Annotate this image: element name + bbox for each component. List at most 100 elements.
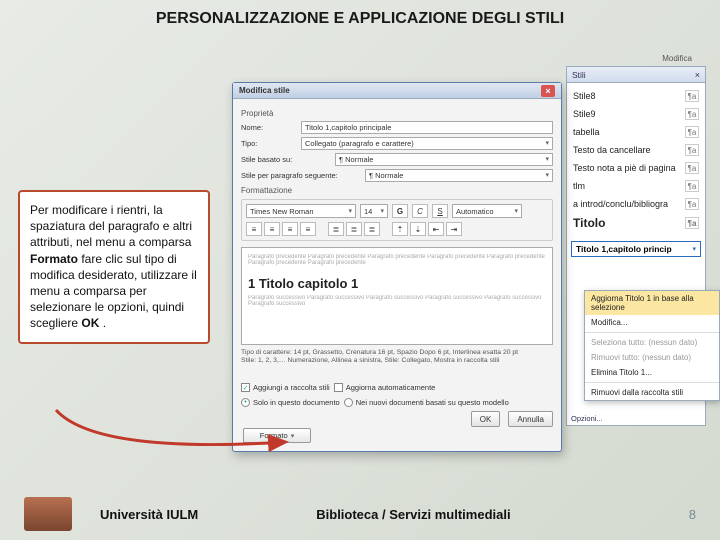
chevron-down-icon: ▾ xyxy=(545,170,549,182)
desc-line2: Stile: 1, 2, 3,… Numerazione, Allinea a … xyxy=(241,357,553,365)
style-item[interactable]: a introd/conclu/bibliogra ¶a xyxy=(567,195,705,213)
style-item-titolo[interactable]: Titolo ¶a xyxy=(567,213,705,233)
ok-button[interactable]: OK xyxy=(471,411,501,427)
menu-update-from-selection[interactable]: Aggiorna Titolo 1 in base alla selezione xyxy=(585,291,719,315)
style-context-menu: Aggiorna Titolo 1 in base alla selezione… xyxy=(584,290,720,401)
bold-button[interactable]: G xyxy=(392,204,408,218)
radio-new-docs[interactable]: Nei nuovi documenti basati su questo mod… xyxy=(344,398,509,407)
menu-select-all[interactable]: Seleziona tutto: (nessun dato) xyxy=(585,335,719,350)
style-item-label: Titolo xyxy=(573,216,605,230)
chevron-down-icon: ▾ xyxy=(348,207,352,215)
callout-bold-formato: Formato xyxy=(30,252,78,266)
desc-line1: Tipo di carattere: 14 pt, Grassetto, Cre… xyxy=(241,349,553,357)
linespacing-2-button[interactable]: ≣ xyxy=(364,222,380,236)
style-description: Tipo di carattere: 14 pt, Grassetto, Cre… xyxy=(241,349,553,377)
color-select[interactable]: Automatico▾ xyxy=(452,204,522,218)
ok-label: OK xyxy=(480,415,492,424)
italic-button[interactable]: C xyxy=(412,204,428,218)
style-item[interactable]: tabella¶a xyxy=(567,123,705,141)
style-item-label: Stile9 xyxy=(573,109,596,119)
bold-label: G xyxy=(397,207,403,216)
style-item-label: Stile8 xyxy=(573,91,596,101)
radio-icon xyxy=(344,398,353,407)
section-formatting: Formattazione xyxy=(241,186,553,195)
select-type[interactable]: Collegato (paragrafo e carattere)▾ xyxy=(301,137,553,150)
close-icon[interactable]: × xyxy=(541,85,555,97)
format-dropdown-button[interactable]: Formato ▾ xyxy=(243,428,311,443)
chevron-down-icon: ▾ xyxy=(514,207,518,215)
align-center-button[interactable]: ≡ xyxy=(264,222,280,236)
indent-inc-button[interactable]: ⇥ xyxy=(446,222,462,236)
footer-left: Università IULM xyxy=(100,507,198,522)
cancel-button[interactable]: Annulla xyxy=(508,411,553,427)
dialog-titlebar: Modifica stile × xyxy=(233,83,561,99)
radio-this-doc[interactable]: •Solo in questo documento xyxy=(241,398,340,407)
paragraph-icon: ¶a xyxy=(685,198,699,210)
linespacing-1-button[interactable]: ≣ xyxy=(328,222,344,236)
style-item[interactable]: Testo nota a piè di pagina¶a xyxy=(567,159,705,177)
field-name[interactable]: Titolo 1,capitolo principale xyxy=(301,121,553,134)
menu-remove-from-gallery[interactable]: Rimuovi dalla raccolta stili xyxy=(585,385,719,400)
italic-label: C xyxy=(417,207,423,216)
style-item-label: a introd/conclu/bibliogra xyxy=(573,199,668,209)
slide-title: PERSONALIZZAZIONE E APPLICAZIONE DEGLI S… xyxy=(0,0,720,34)
paragraph-icon: ¶a xyxy=(685,144,699,156)
footer-right: Biblioteca / Servizi multimediali xyxy=(316,507,510,522)
slide-footer: Università IULM Biblioteca / Servizi mul… xyxy=(0,488,720,540)
font-name-select[interactable]: Times New Roman ▾ xyxy=(246,204,356,218)
paragraph-icon: ¶a xyxy=(685,180,699,192)
styles-list: Stile8¶a Stile9¶a tabella¶a Testo da can… xyxy=(567,83,705,237)
indent-dec-button[interactable]: ⇤ xyxy=(428,222,444,236)
paragraph-icon: ¶a xyxy=(685,126,699,138)
styles-options-link[interactable]: Opzioni... xyxy=(571,414,603,423)
style-item[interactable]: tlm ¶a xyxy=(567,177,705,195)
checkbox-autoupdate[interactable]: Aggiorna automaticamente xyxy=(334,383,436,392)
callout-text: Per modificare i rientri, la spaziatura … xyxy=(30,203,192,249)
style-item[interactable]: Stile8 ¶a xyxy=(567,87,705,105)
close-icon[interactable]: × xyxy=(695,70,700,80)
preview-after: Paragrafo successivo Paragrafo successiv… xyxy=(248,295,546,335)
space-before-dec-button[interactable]: ⇣ xyxy=(410,222,426,236)
underline-label: S xyxy=(437,207,442,216)
align-left-button[interactable]: ≡ xyxy=(246,222,262,236)
select-next[interactable]: ¶ Normale ▾ xyxy=(365,169,553,182)
font-size-value: 14 xyxy=(364,207,372,216)
style-item[interactable]: Testo da cancellare¶a xyxy=(567,141,705,159)
checkbox-icon xyxy=(334,383,343,392)
menu-delete[interactable]: Elimina Titolo 1... xyxy=(585,365,719,380)
chevron-down-icon: ▾ xyxy=(380,207,384,215)
styles-pane-header: Stili × xyxy=(567,67,705,83)
instruction-callout: Per modificare i rientri, la spaziatura … xyxy=(18,190,210,344)
select-next-value: ¶ Normale xyxy=(369,170,403,182)
menu-modify[interactable]: Modifica... xyxy=(585,315,719,330)
radio-new-label: Nei nuovi documenti basati su questo mod… xyxy=(356,398,509,407)
label-name: Nome: xyxy=(241,123,297,132)
ribbon-hint: Modifica xyxy=(662,54,692,63)
section-properties: Proprietà xyxy=(241,109,553,118)
align-right-button[interactable]: ≡ xyxy=(282,222,298,236)
menu-remove-all[interactable]: Rimuovi tutto: (nessun dato) xyxy=(585,350,719,365)
label-based: Stile basato su: xyxy=(241,155,331,164)
select-based-value: ¶ Normale xyxy=(339,154,373,166)
underline-button[interactable]: S xyxy=(432,204,448,218)
checkbox-icon: ✓ xyxy=(241,383,250,392)
checkbox-gallery[interactable]: ✓Aggiungi a raccolta stili xyxy=(241,383,330,392)
callout-bold-ok: OK xyxy=(81,316,99,330)
style-item-label: tlm xyxy=(573,181,585,191)
align-justify-button[interactable]: ≡ xyxy=(300,222,316,236)
style-selected-dropdown[interactable]: Titolo 1,capitolo princip ▾ xyxy=(571,241,701,257)
space-before-inc-button[interactable]: ⇡ xyxy=(392,222,408,236)
chevron-down-icon: ▾ xyxy=(545,154,549,166)
paragraph-icon: ¶a xyxy=(685,90,699,102)
linespacing-15-button[interactable]: ≣ xyxy=(346,222,362,236)
font-name-value: Times New Roman xyxy=(250,207,314,216)
iulm-logo xyxy=(24,497,72,531)
preview-heading: 1 Titolo capitolo 1 xyxy=(248,276,546,291)
font-size-select[interactable]: 14 ▾ xyxy=(360,204,388,218)
select-based[interactable]: ¶ Normale ▾ xyxy=(335,153,553,166)
style-selected-label: Titolo 1,capitolo princip xyxy=(576,244,672,254)
page-number: 8 xyxy=(689,507,696,522)
style-preview-box: Paragrafo precedente Paragrafo precedent… xyxy=(241,247,553,345)
style-item[interactable]: Stile9¶a xyxy=(567,105,705,123)
paragraph-icon: ¶a xyxy=(685,217,699,229)
